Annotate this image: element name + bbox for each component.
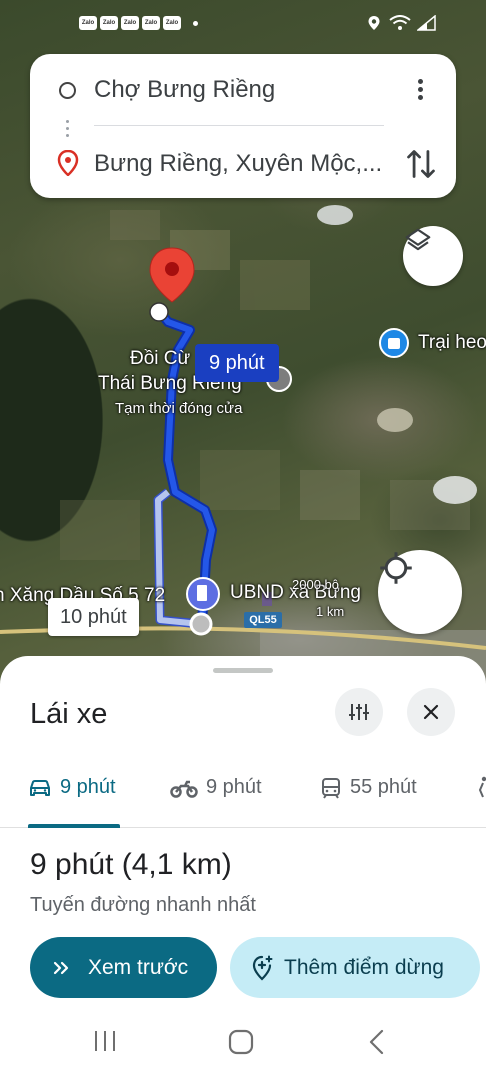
layers-icon [405, 228, 431, 251]
origin-field[interactable]: Chợ Bưng Riềng [94, 76, 275, 104]
location-status-icon [368, 16, 380, 30]
wifi-icon [389, 15, 411, 30]
tab-driving-label: 9 phút [60, 776, 116, 798]
zalo-notification-icon: Zalo [79, 16, 97, 30]
main-route-time-bubble[interactable]: 9 phút [195, 344, 279, 382]
status-bar: Zalo Zalo Zalo Zalo Zalo [0, 0, 486, 44]
close-icon [423, 704, 439, 720]
poi-status: Tạm thời đóng cửa [115, 400, 243, 417]
walk-icon [478, 776, 486, 798]
layers-button[interactable] [403, 226, 463, 286]
tab-motorcycle-label: 9 phút [206, 776, 262, 798]
add-stop-label: Thêm điểm dừng [284, 955, 444, 979]
route-options-button[interactable] [335, 688, 383, 736]
system-navigation-bar [0, 1008, 486, 1080]
connector-dots-icon [66, 116, 69, 141]
tab-transit[interactable]: 55 phút [320, 776, 417, 799]
travel-mode-tabs: 9 phút 9 phút 55 phút [0, 756, 486, 828]
motorcycle-icon [170, 780, 198, 798]
travel-mode-title: Lái xe [30, 698, 108, 730]
active-tab-indicator [28, 824, 120, 828]
destination-field[interactable]: Bưng Riềng, Xuyên Mộc,... [94, 150, 382, 178]
tab-driving[interactable]: 9 phút [28, 776, 116, 799]
poi-name-line1[interactable]: Đồi Cừ [130, 348, 190, 370]
my-location-button[interactable] [378, 550, 462, 634]
more-notifications-dot [193, 21, 198, 26]
destination-pin-icon [57, 150, 79, 176]
close-button[interactable] [407, 688, 455, 736]
drag-handle[interactable] [213, 668, 273, 673]
recent-apps-icon[interactable] [92, 1028, 118, 1054]
zalo-notification-icon: Zalo [142, 16, 160, 30]
route-summary: 9 phút (4,1 km) [30, 848, 232, 881]
zalo-notification-icon: Zalo [163, 16, 181, 30]
origin-circle-icon [59, 82, 76, 99]
add-stop-button[interactable]: Thêm điểm dừng [230, 937, 480, 998]
alt-route-time-bubble[interactable]: 10 phút [48, 598, 139, 636]
tab-transit-label: 55 phút [350, 776, 417, 798]
trai-label[interactable]: Trại heo [418, 332, 486, 354]
divider [94, 125, 384, 126]
screen: Đồi Cừ Thái Bưng Riềng Tạm thời đóng cửa… [0, 0, 486, 1080]
add-location-icon [252, 955, 273, 981]
scale-km-label: 1 km [316, 604, 345, 619]
double-chevron-icon [53, 961, 69, 974]
preview-label: Xem trước [88, 955, 189, 979]
tune-icon [349, 704, 369, 720]
transit-icon [322, 777, 340, 799]
route-description: Tuyến đường nhanh nhất [30, 894, 256, 916]
back-icon[interactable] [366, 1028, 388, 1056]
zalo-notification-icon: Zalo [121, 16, 139, 30]
home-icon[interactable] [227, 1028, 255, 1056]
signal-icon [417, 15, 436, 31]
directions-search-card: Chợ Bưng Riềng Bưng Riềng, Xuyên Mộc,... [30, 54, 456, 198]
more-options-icon[interactable] [408, 76, 432, 106]
car-icon [30, 779, 50, 796]
tab-motorcycle[interactable]: 9 phút [170, 776, 262, 799]
swap-icon[interactable] [404, 146, 438, 182]
road-shield: QL55 [244, 612, 282, 628]
crosshair-icon [380, 552, 412, 584]
preview-button[interactable]: Xem trước [30, 937, 217, 998]
tab-walking[interactable] [478, 776, 486, 798]
scale-feet-label: 2000 bộ [292, 577, 339, 592]
zalo-notification-icon: Zalo [100, 16, 118, 30]
